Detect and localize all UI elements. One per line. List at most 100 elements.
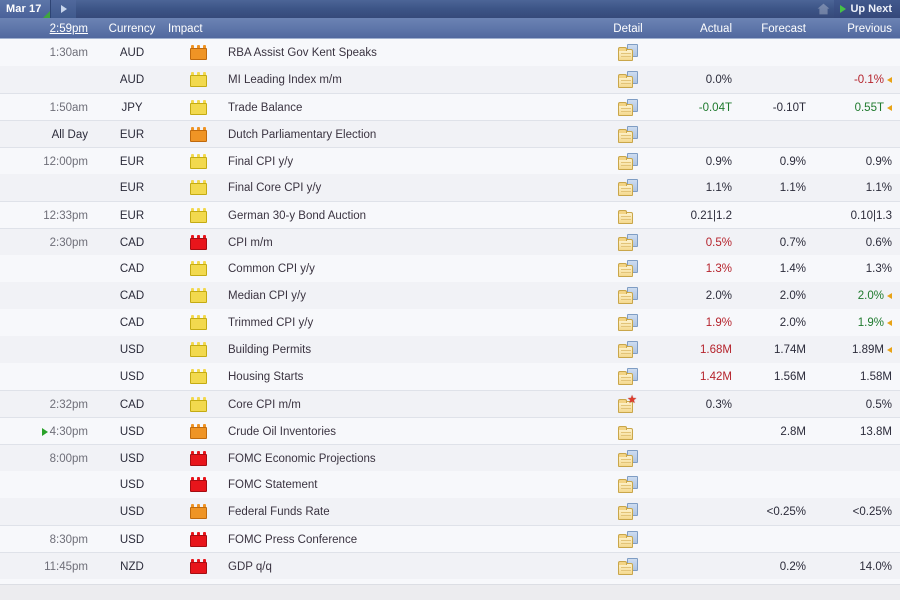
folder-page-icon[interactable] <box>618 503 638 520</box>
row-impact[interactable] <box>168 418 228 445</box>
row-impact[interactable] <box>168 255 228 282</box>
folder-page-icon[interactable] <box>618 476 638 493</box>
row-event-name[interactable]: Final CPI y/y <box>228 148 584 175</box>
folder-page-icon[interactable] <box>618 234 638 251</box>
next-day-button[interactable] <box>50 0 77 18</box>
table-row[interactable]: USD Building Permits 1.68M 1.74M 1.89M <box>0 336 900 363</box>
row-detail[interactable] <box>586 66 670 93</box>
row-impact[interactable] <box>168 148 228 175</box>
row-event-name[interactable]: Dutch Parliamentary Election <box>228 121 584 148</box>
row-detail[interactable] <box>586 255 670 282</box>
table-row[interactable]: CAD Common CPI y/y 1.3% 1.4% 1.3% <box>0 255 900 282</box>
row-event-name[interactable]: Federal Funds Rate <box>228 498 584 525</box>
row-impact[interactable] <box>168 309 228 336</box>
table-row[interactable]: 1:30am AUD RBA Assist Gov Kent Speaks <box>0 39 900 66</box>
date-tab[interactable]: Mar 17 <box>0 0 51 18</box>
row-event-name[interactable]: Common CPI y/y <box>228 255 584 282</box>
table-row[interactable]: 2:32pm CAD Core CPI m/m ★ 0.3% 0.5% <box>0 390 900 417</box>
folder-page-icon[interactable] <box>618 71 638 88</box>
table-row[interactable]: USD Housing Starts 1.42M 1.56M 1.58M <box>0 363 900 390</box>
row-detail[interactable] <box>586 445 670 472</box>
row-event-name[interactable]: Trade Balance <box>228 94 584 121</box>
row-impact[interactable] <box>168 229 228 256</box>
column-header-currency[interactable]: Currency <box>96 18 168 39</box>
table-row[interactable]: 12:33pm EUR German 30-y Bond Auction 0.21|1… <box>0 201 900 228</box>
row-event-name[interactable]: Building Permits <box>228 336 584 363</box>
row-detail[interactable] <box>586 148 670 175</box>
row-impact[interactable] <box>168 336 228 363</box>
row-impact[interactable] <box>168 553 228 580</box>
row-detail[interactable] <box>586 553 670 580</box>
folder-star-icon[interactable]: ★ <box>618 395 638 413</box>
row-detail[interactable]: ★ <box>586 391 670 418</box>
row-impact[interactable] <box>168 66 228 93</box>
row-impact[interactable] <box>168 174 228 201</box>
row-event-name[interactable]: FOMC Statement <box>228 471 584 498</box>
row-impact[interactable] <box>168 526 228 553</box>
folder-page-icon[interactable] <box>618 531 638 548</box>
table-row[interactable]: 8:30pm USD FOMC Press Conference <box>0 525 900 552</box>
column-header-previous[interactable]: Previous <box>818 18 900 39</box>
row-event-name[interactable]: FOMC Press Conference <box>228 526 584 553</box>
column-header-impact[interactable]: Impact <box>168 18 228 39</box>
folder-icon[interactable] <box>618 207 638 224</box>
folder-page-icon[interactable] <box>618 126 638 143</box>
table-row[interactable]: CAD Trimmed CPI y/y 1.9% 2.0% 1.9% <box>0 309 900 336</box>
row-detail[interactable] <box>586 94 670 121</box>
table-row[interactable]: USD Federal Funds Rate <0.25% <0.25% <box>0 498 900 525</box>
table-row[interactable]: 11:45pm NZD GDP q/q 0.2% 14.0% <box>0 552 900 579</box>
table-row[interactable]: EUR Final Core CPI y/y 1.1% 1.1% 1.1% <box>0 174 900 201</box>
row-event-name[interactable]: Trimmed CPI y/y <box>228 309 584 336</box>
row-impact[interactable] <box>168 94 228 121</box>
folder-page-icon[interactable] <box>618 368 638 385</box>
row-detail[interactable] <box>586 471 670 498</box>
table-row[interactable]: 8:00pm USD FOMC Economic Projections <box>0 444 900 471</box>
folder-page-icon[interactable] <box>618 450 638 467</box>
row-impact[interactable] <box>168 363 228 390</box>
row-detail[interactable] <box>586 202 670 229</box>
row-event-name[interactable]: GDP q/q <box>228 553 584 580</box>
row-event-name[interactable]: Housing Starts <box>228 363 584 390</box>
folder-page-icon[interactable] <box>618 179 638 196</box>
row-detail[interactable] <box>586 309 670 336</box>
table-row[interactable]: 1:50am JPY Trade Balance -0.04T -0.10T 0.55T <box>0 93 900 120</box>
row-event-name[interactable]: Crude Oil Inventories <box>228 418 584 445</box>
row-event-name[interactable]: RBA Assist Gov Kent Speaks <box>228 39 584 66</box>
folder-page-icon[interactable] <box>618 44 638 61</box>
row-detail[interactable] <box>586 418 670 445</box>
row-detail[interactable] <box>586 526 670 553</box>
row-detail[interactable] <box>586 363 670 390</box>
row-impact[interactable] <box>168 445 228 472</box>
table-row[interactable]: All Day EUR Dutch Parliamentary Election <box>0 120 900 147</box>
row-impact[interactable] <box>168 202 228 229</box>
row-detail[interactable] <box>586 282 670 309</box>
column-header-time[interactable]: 2:59pm <box>0 18 96 39</box>
row-event-name[interactable]: Median CPI y/y <box>228 282 584 309</box>
folder-page-icon[interactable] <box>618 260 638 277</box>
table-row[interactable]: 12:00pm EUR Final CPI y/y 0.9% 0.9% 0.9% <box>0 147 900 174</box>
folder-icon[interactable] <box>618 423 638 440</box>
row-detail[interactable] <box>586 498 670 525</box>
table-row[interactable]: CAD Median CPI y/y 2.0% 2.0% 2.0% <box>0 282 900 309</box>
column-header-actual[interactable]: Actual <box>670 18 744 39</box>
home-icon[interactable] <box>812 0 834 18</box>
row-impact[interactable] <box>168 121 228 148</box>
folder-page-icon[interactable] <box>618 341 638 358</box>
folder-page-icon[interactable] <box>618 99 638 116</box>
row-event-name[interactable]: Final Core CPI y/y <box>228 174 584 201</box>
row-event-name[interactable]: German 30-y Bond Auction <box>228 202 584 229</box>
up-next-button[interactable]: Up Next <box>834 0 900 18</box>
table-row[interactable]: AUD MI Leading Index m/m 0.0% -0.1% <box>0 66 900 93</box>
row-impact[interactable] <box>168 498 228 525</box>
row-impact[interactable] <box>168 391 228 418</box>
row-detail[interactable] <box>586 174 670 201</box>
folder-page-icon[interactable] <box>618 314 638 331</box>
table-row[interactable]: USD FOMC Statement <box>0 471 900 498</box>
row-event-name[interactable]: FOMC Economic Projections <box>228 445 584 472</box>
folder-page-icon[interactable] <box>618 558 638 575</box>
row-detail[interactable] <box>586 121 670 148</box>
row-impact[interactable] <box>168 282 228 309</box>
table-row[interactable]: 4:30pm USD Crude Oil Inventories 2.8M 13.8M <box>0 417 900 444</box>
row-event-name[interactable]: Core CPI m/m <box>228 391 584 418</box>
row-detail[interactable] <box>586 39 670 66</box>
